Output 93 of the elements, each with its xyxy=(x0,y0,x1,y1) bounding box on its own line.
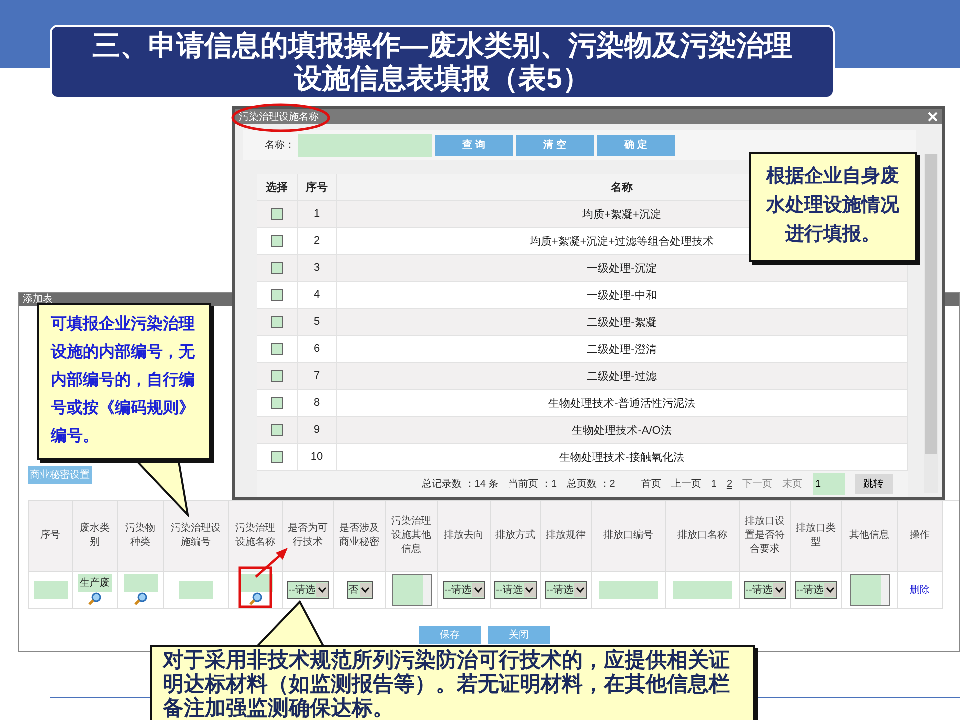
table-cell: 3 xyxy=(314,262,320,274)
highlight-frame xyxy=(238,566,272,608)
checkbox[interactable] xyxy=(271,343,283,355)
dropdown[interactable]: --请选 xyxy=(442,581,486,599)
pager-link[interactable]: 首页 xyxy=(641,477,662,491)
column-header: 排放口编号 xyxy=(602,529,654,543)
checkbox[interactable] xyxy=(271,235,283,247)
column-header: 选择 xyxy=(266,180,288,194)
close-icon[interactable] xyxy=(928,112,938,122)
checkbox[interactable] xyxy=(271,370,283,382)
name-field[interactable] xyxy=(298,134,432,156)
pager-link[interactable]: 2 xyxy=(726,478,732,490)
pager-info: 总页数 ：2 xyxy=(567,478,616,491)
caret-icon xyxy=(576,587,585,593)
dropdown[interactable]: 否 xyxy=(346,581,372,599)
table-cell-text: 均质+絮凝+沉淀 xyxy=(582,208,662,222)
column-header: 操作 xyxy=(909,529,931,543)
checkbox[interactable] xyxy=(271,397,283,409)
text-area[interactable] xyxy=(850,574,890,606)
table-cell-text: 一级处理-沉淀 xyxy=(587,262,657,276)
dialog-title: 污染治理设施名称 xyxy=(239,110,319,124)
dropdown[interactable]: --请选 xyxy=(494,581,537,599)
table-cell: 7 xyxy=(314,370,320,382)
table-cell: 8 xyxy=(314,397,320,409)
input-field[interactable] xyxy=(599,581,658,599)
table-cell: 10 xyxy=(310,451,324,463)
caret-icon xyxy=(826,587,835,593)
column-header: 排放口类型 xyxy=(795,522,837,550)
table-cell-text: 生物处理技术-普通活性污泥法 xyxy=(548,396,696,410)
column-header: 序号 xyxy=(40,529,62,543)
column-header: 排放方式 xyxy=(494,529,536,543)
dropdown[interactable]: --请选 xyxy=(794,581,838,599)
text-area[interactable] xyxy=(392,574,432,606)
input-field[interactable] xyxy=(34,581,68,599)
input-field[interactable] xyxy=(673,581,732,599)
column-header: 序号 xyxy=(306,180,328,194)
caret-icon xyxy=(318,587,327,593)
caret-icon xyxy=(525,587,534,593)
pointer-arrow xyxy=(255,548,288,578)
input-field[interactable] xyxy=(179,581,213,599)
column-header: 排放口名称 xyxy=(676,529,728,543)
input-field[interactable]: 生产废 xyxy=(78,574,112,592)
checkbox[interactable] xyxy=(271,424,283,436)
table-cell-text: 生物处理技术-接触氧化法 xyxy=(560,450,684,464)
search-icon[interactable] xyxy=(88,592,102,606)
table-cell: 5 xyxy=(314,316,320,328)
page-field[interactable]: 1 xyxy=(812,473,844,495)
scrollbar[interactable] xyxy=(924,154,938,493)
table-cell-text: 二级处理-絮凝 xyxy=(587,316,657,330)
dropdown[interactable]: --请选 xyxy=(744,581,786,599)
pager-info: 总记录数 ：14 条 xyxy=(422,478,499,491)
callout-note: 可填报企业污染治理设施的内部编号，无内部编号的，自行编号或按《编码规则》编号。 xyxy=(37,303,211,460)
dropdown[interactable]: --请选 xyxy=(286,581,330,599)
column-header: 其他信息 xyxy=(848,529,890,543)
callout-note: 根据企业自身废水处理设施情况进行填报。 xyxy=(749,152,917,262)
caret-icon xyxy=(474,587,483,593)
table-cell-text: 二级处理-澄清 xyxy=(587,342,657,356)
table-cell: 2 xyxy=(314,235,320,247)
column-header: 排放去向 xyxy=(443,529,485,543)
checkbox[interactable] xyxy=(271,208,283,220)
search-icon[interactable] xyxy=(248,592,262,606)
column-header: 排放规律 xyxy=(545,529,587,543)
search-icon[interactable] xyxy=(134,592,148,606)
delete-link[interactable]: 删除 xyxy=(910,583,930,597)
column-header: 污染治理设施其他信息 xyxy=(390,515,432,557)
checkbox[interactable] xyxy=(271,316,283,328)
pager-link[interactable]: 上一页 xyxy=(671,477,702,491)
column-header: 排放口设置是否符合要求 xyxy=(744,515,786,557)
checkbox[interactable] xyxy=(271,451,283,463)
input-field[interactable] xyxy=(124,574,158,592)
column-header: 名称 xyxy=(611,180,633,194)
column-header: 污染治理设施名称 xyxy=(234,522,276,550)
table-cell-text: 均质+絮凝+沉淀+过滤等组合处理技术 xyxy=(530,234,714,248)
slide-title: 三、申请信息的填报操作—废水类别、污染物及污染治理设施信息表填报（表5） xyxy=(92,29,794,95)
jump-button[interactable]: 跳转 xyxy=(854,474,892,494)
checkbox[interactable] xyxy=(271,289,283,301)
table-cell: 6 xyxy=(314,343,320,355)
column-header: 废水类别 xyxy=(79,522,111,550)
column-header: 是否涉及商业秘密 xyxy=(338,522,380,550)
pager-info: 当前页 ：1 xyxy=(508,478,558,491)
dropdown[interactable]: --请选 xyxy=(544,581,588,599)
field-label: 名称： xyxy=(265,139,295,152)
column-header: 污染治理设施编号 xyxy=(170,522,222,550)
table-cell: 9 xyxy=(314,424,320,436)
checkbox[interactable] xyxy=(271,262,283,274)
caret-icon xyxy=(774,587,784,593)
table-cell-text: 生物处理技术-A/O法 xyxy=(572,424,672,438)
column-header: 是否为可行技术 xyxy=(287,522,329,550)
table-cell-text: 二级处理-过滤 xyxy=(587,370,657,384)
caret-icon xyxy=(361,587,370,593)
table-cell: 1 xyxy=(314,208,320,220)
column-header: 污染物种类 xyxy=(124,522,156,550)
pager-link[interactable]: 1 xyxy=(711,478,717,490)
